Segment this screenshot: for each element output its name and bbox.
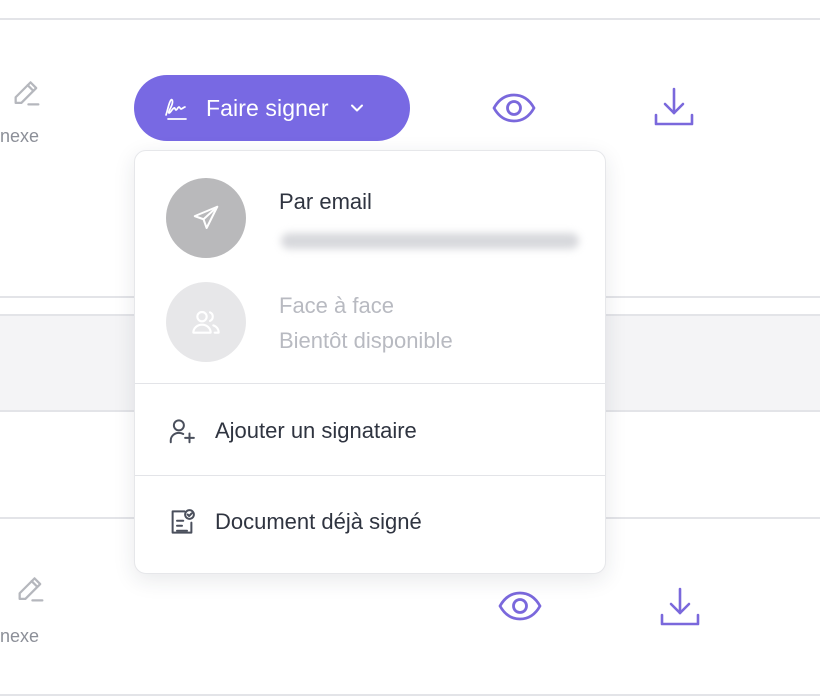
annex-label: nexe [0,126,40,146]
add-signer-item[interactable]: Ajouter un signataire [135,391,605,471]
annex-edit[interactable]: nexe [0,572,70,652]
face-option-subtitle: Bientôt disponible [279,328,453,353]
users-icon [192,310,220,334]
pencil-icon [14,81,40,106]
pencil-icon [18,577,44,602]
sign-dropdown-button[interactable]: Faire signer [134,75,410,141]
email-option-address [281,233,579,249]
row-divider [0,18,820,20]
download-icon[interactable] [657,585,703,631]
menu-option-email[interactable]: Par email [135,151,605,271]
sign-dropdown-menu: Par email Face à face Bientôt disponible… [134,150,606,574]
already-signed-item[interactable]: Document déjà signé [135,482,605,562]
signature-icon [165,98,187,120]
email-option-title: Par email [279,189,372,214]
menu-option-face-to-face: Face à face Bientôt disponible [135,271,605,383]
already-signed-label: Document déjà signé [215,509,422,534]
eye-icon[interactable] [497,583,543,629]
add-signer-label: Ajouter un signataire [215,418,417,443]
chevron-down-icon [350,104,363,112]
document-check-icon [171,509,195,534]
menu-divider [135,383,605,384]
menu-divider [135,475,605,476]
send-icon [193,205,219,229]
row-divider [0,694,820,696]
eye-icon[interactable] [491,85,537,131]
face-option-avatar [166,282,246,362]
face-option-title: Face à face [279,293,394,318]
sign-button-label: Faire signer [206,94,329,121]
download-icon[interactable] [651,85,697,131]
add-user-icon [169,419,195,444]
email-option-avatar [166,178,246,258]
annex-edit[interactable]: nexe [0,74,70,154]
annex-label: nexe [0,626,40,646]
